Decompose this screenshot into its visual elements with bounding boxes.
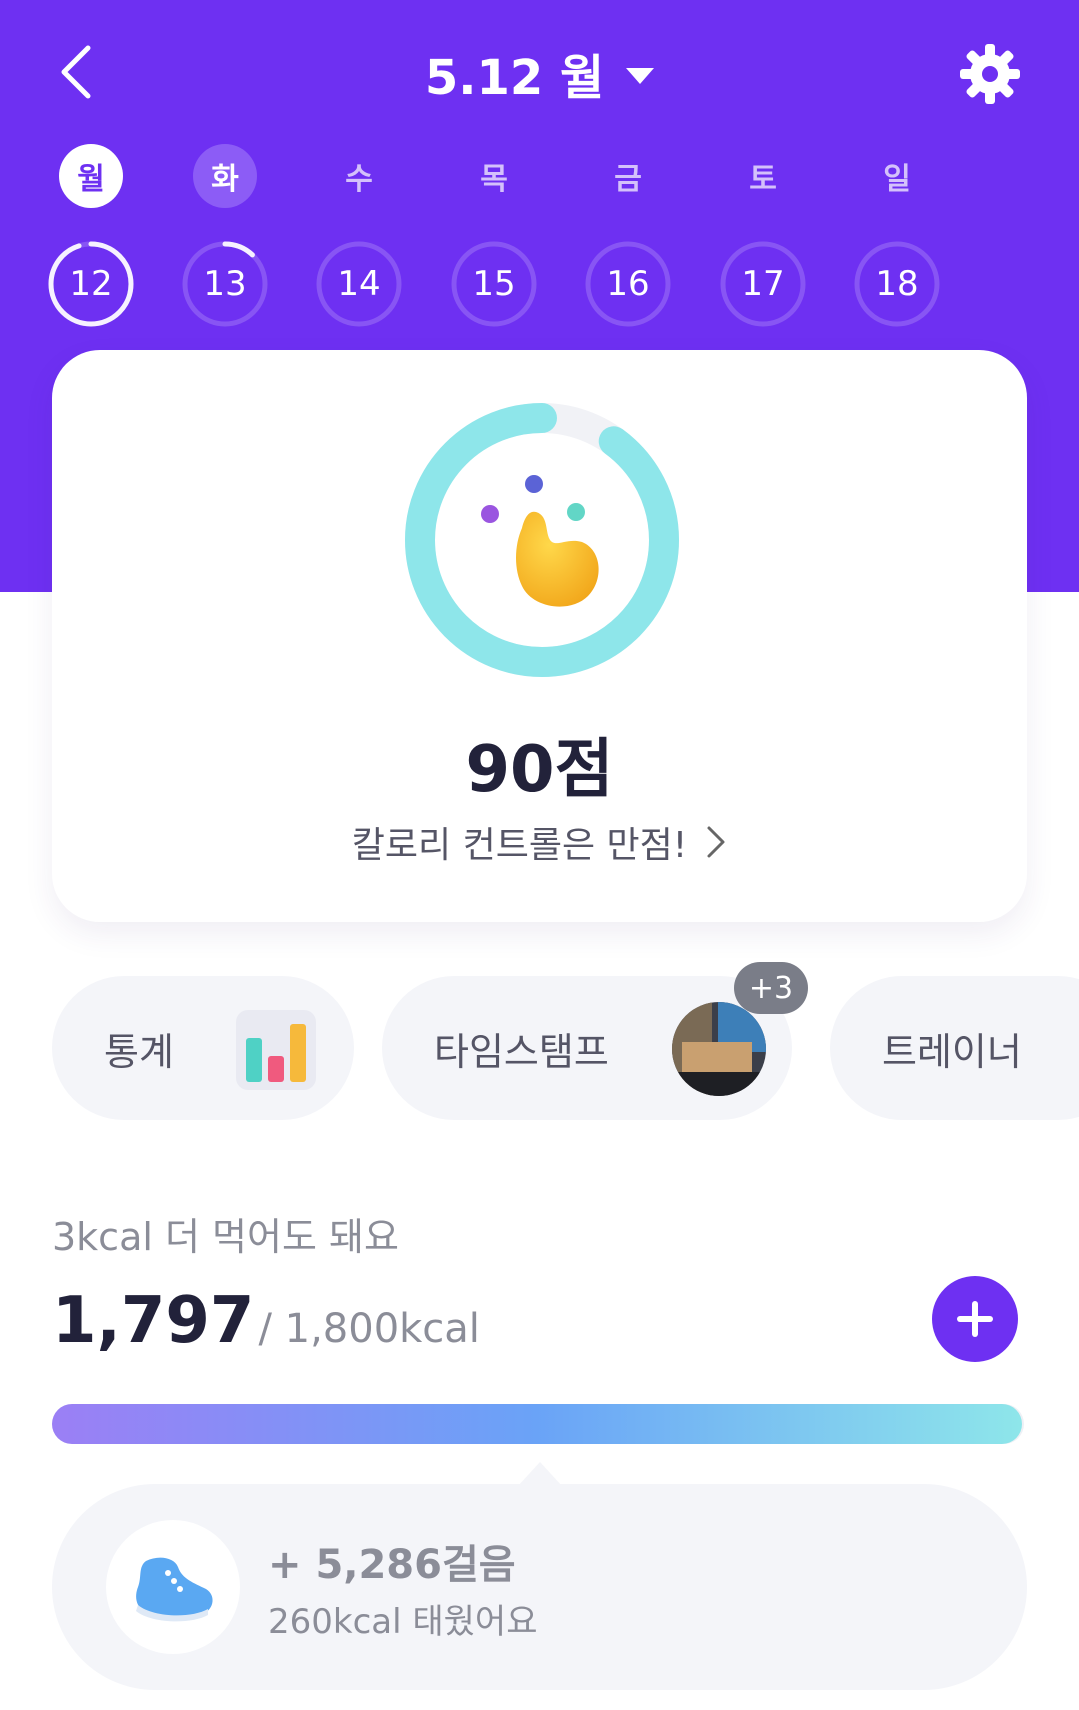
- date-progress-ring[interactable]: 17: [717, 238, 809, 330]
- date-progress-ring[interactable]: 12: [45, 238, 137, 330]
- week-day[interactable]: 화 13: [175, 144, 275, 330]
- calories-summary: 1,797 / 1,800kcal: [52, 1284, 480, 1358]
- date-number: 13: [203, 264, 247, 304]
- settings-button[interactable]: [958, 42, 1022, 106]
- score-value: 90점: [465, 733, 614, 807]
- top-bar: 5.12 월: [0, 0, 1079, 140]
- add-food-button[interactable]: [932, 1276, 1018, 1362]
- date-number: 15: [472, 264, 516, 304]
- week-day[interactable]: 일 18: [847, 144, 947, 330]
- calories-target: / 1,800kcal: [258, 1306, 480, 1352]
- timestamp-chip[interactable]: 타임스탬프 +3: [382, 962, 808, 1120]
- day-of-week-label: 일: [883, 162, 911, 197]
- date-progress-ring[interactable]: 18: [851, 238, 943, 330]
- day-of-week-label: 월: [59, 144, 123, 208]
- plus-icon: [957, 1301, 993, 1337]
- steps-burned: 260kcal 태웠어요: [268, 1602, 538, 1642]
- week-day[interactable]: 수 14: [309, 144, 409, 330]
- trainer-label: 트레이너: [882, 1029, 1022, 1074]
- day-of-week-label: 화: [193, 144, 257, 208]
- calories-remaining: 3kcal 더 먹어도 돼요: [52, 1215, 399, 1259]
- day-of-week-label: 금: [614, 162, 642, 197]
- steps-count: + 5,286걸음: [268, 1542, 516, 1588]
- stats-label: 통계: [104, 1029, 174, 1074]
- steps-pointer: [518, 1462, 562, 1486]
- trainer-chip[interactable]: 트레이너: [830, 976, 1079, 1120]
- date-number: 17: [741, 264, 785, 304]
- gear-icon: [960, 44, 1020, 104]
- chevron-right-icon: [707, 826, 725, 858]
- date-number: 18: [875, 264, 919, 304]
- date-progress-ring[interactable]: 16: [582, 238, 674, 330]
- week-day[interactable]: 금 16: [578, 144, 678, 330]
- date-label: 5.12 월: [424, 50, 605, 106]
- shoe-badge: [106, 1520, 240, 1654]
- date-progress-ring[interactable]: 14: [313, 238, 405, 330]
- bar-chart-icon: [236, 1010, 316, 1090]
- week-day[interactable]: 토 17: [713, 144, 813, 330]
- week-day[interactable]: 목 15: [444, 144, 544, 330]
- date-number: 14: [337, 264, 381, 304]
- date-number: 12: [69, 264, 113, 304]
- day-of-week-label: 토: [749, 162, 777, 197]
- timestamp-label: 타임스탬프: [434, 1029, 609, 1074]
- stats-chip[interactable]: 통계: [52, 976, 354, 1120]
- score-card[interactable]: 90점 칼로리 컨트롤은 만점!: [52, 350, 1027, 922]
- shoe-icon: [136, 1557, 213, 1622]
- day-of-week-label: 목: [480, 162, 508, 197]
- week-day[interactable]: 월 12: [41, 144, 141, 330]
- date-number: 16: [606, 264, 650, 304]
- score-message-link[interactable]: 칼로리 컨트롤은 만점!: [52, 816, 1027, 868]
- day-of-week-label: 수: [345, 162, 373, 197]
- date-progress-ring[interactable]: 15: [448, 238, 540, 330]
- steps-card[interactable]: + 5,286걸음 260kcal 태웠어요: [52, 1484, 1027, 1690]
- date-progress-ring[interactable]: 13: [179, 238, 271, 330]
- calorie-progress-bar: [52, 1404, 1024, 1444]
- caret-down-icon: [626, 68, 655, 84]
- calorie-progress-fill: [52, 1404, 1023, 1444]
- mascot-icon: [481, 475, 599, 607]
- score-message: 칼로리 컨트롤은 만점!: [351, 825, 688, 866]
- calories-current: 1,797: [52, 1284, 255, 1358]
- date-selector[interactable]: 5.12 월: [0, 38, 1079, 108]
- timestamp-badge: +3: [734, 962, 808, 1014]
- timestamp-thumbnail: [672, 1002, 766, 1096]
